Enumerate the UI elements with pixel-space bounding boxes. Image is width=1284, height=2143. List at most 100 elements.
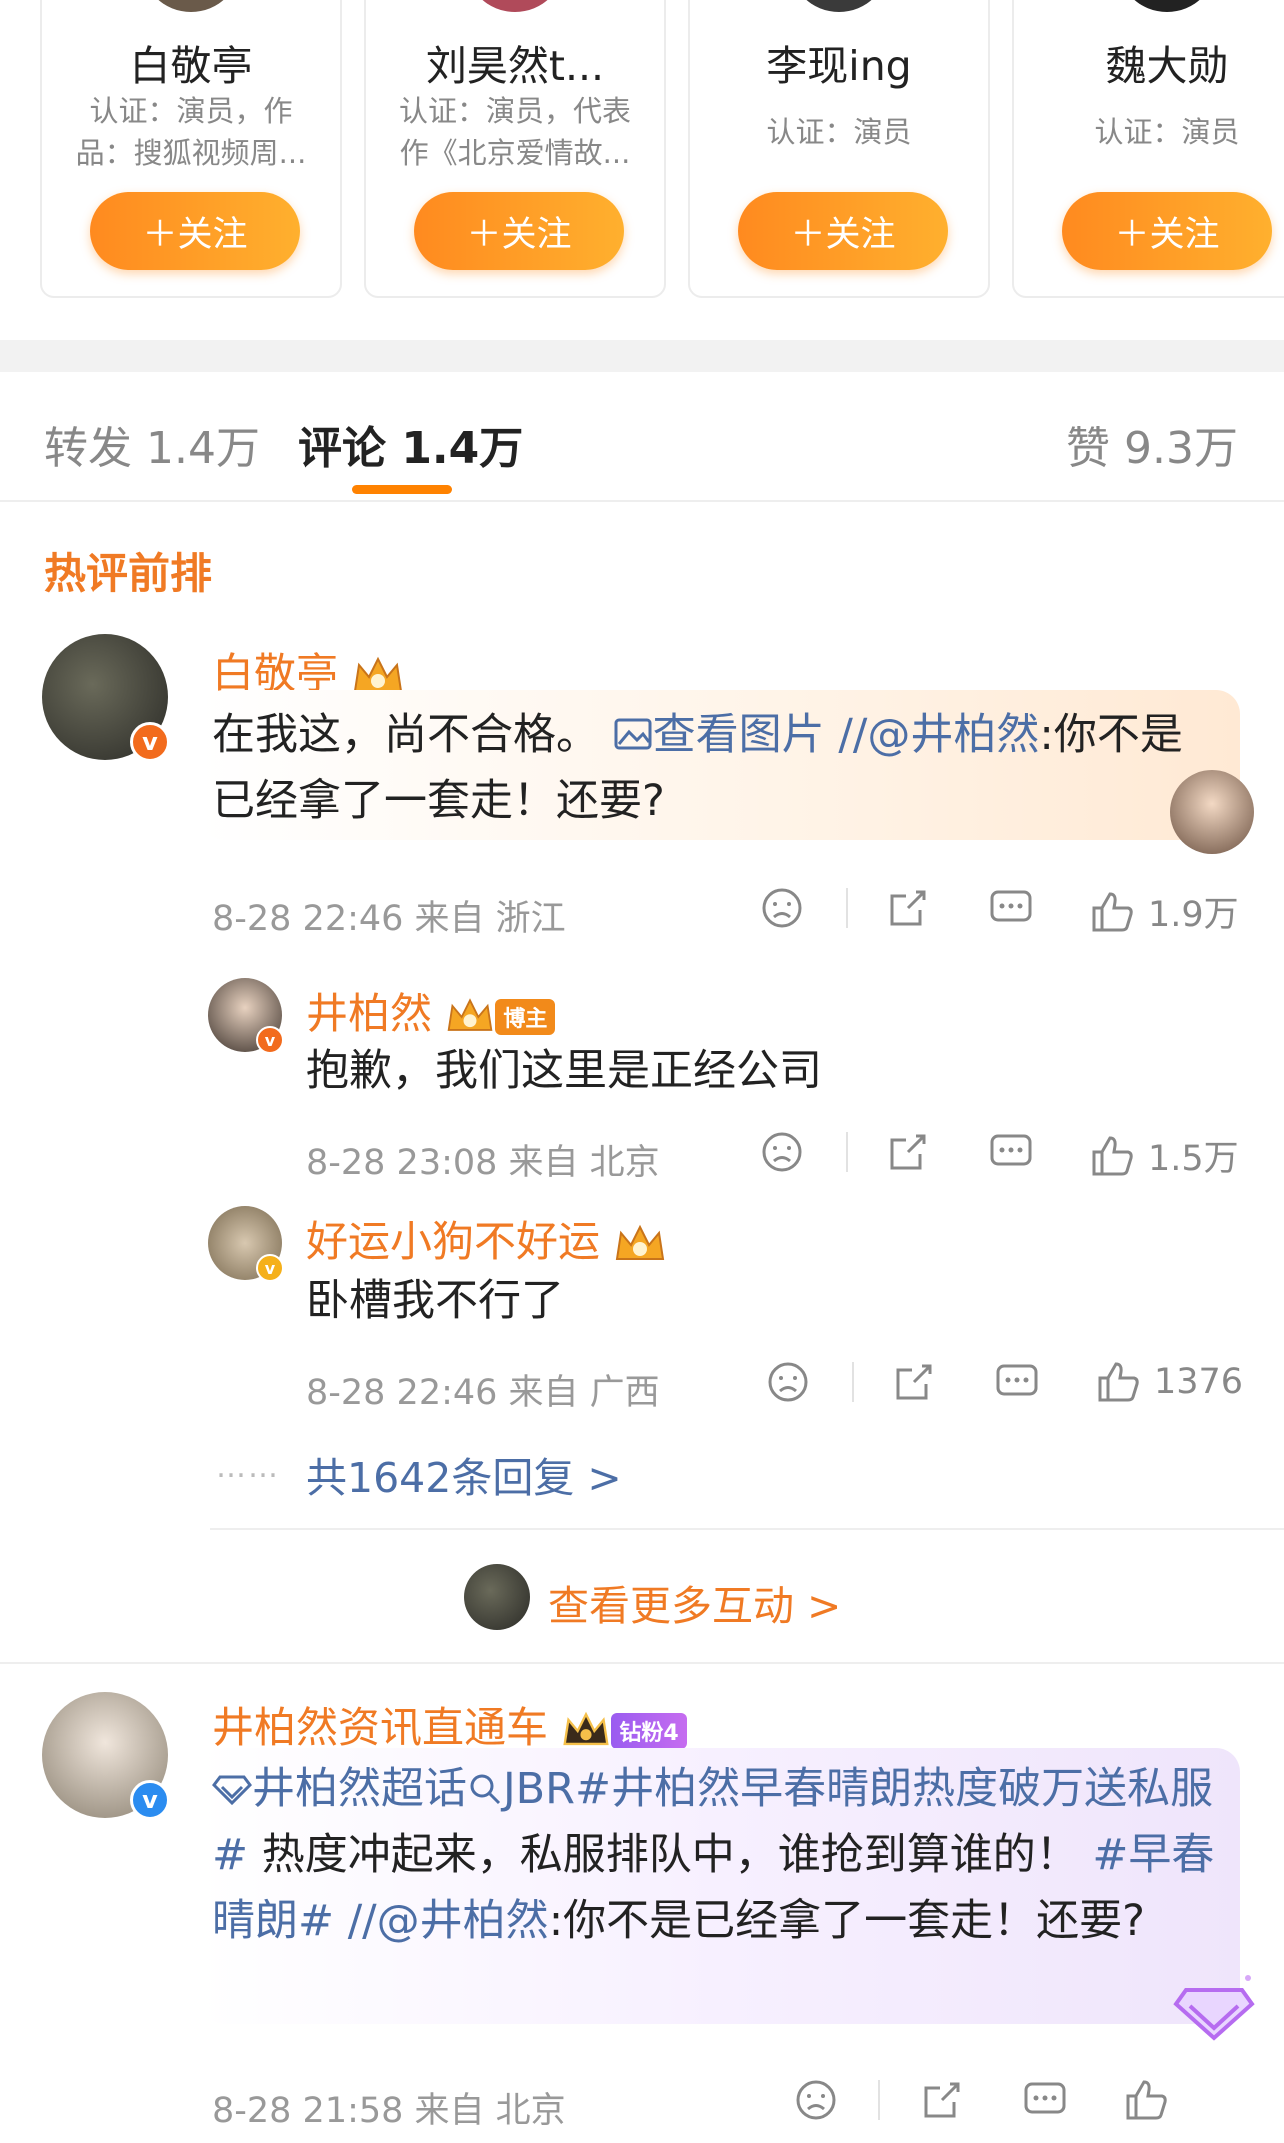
avatar (789, 0, 889, 12)
avatar (1117, 0, 1217, 12)
search-icon (470, 1774, 501, 1805)
username-text: 井柏然 (306, 989, 433, 1038)
author-badge: 博主 (495, 998, 556, 1035)
recommend-card[interactable]: 白敬亭 认证：演员，作品：搜狐视频周... ＋关注 (40, 0, 342, 298)
like-icon (1092, 1135, 1133, 1175)
tab-comment[interactable]: 评论 1.4万 (298, 412, 523, 476)
more-interactions-link[interactable]: 查看更多互动 > (548, 1572, 841, 1632)
reply-meta: 8-28 23:08 来自 北京 (306, 1143, 660, 1183)
share-button[interactable] (920, 2078, 964, 2122)
share-icon (924, 2082, 960, 2118)
like-count: 1.9万 (1148, 895, 1239, 935)
like-button[interactable]: 1376 (1096, 1360, 1243, 1404)
recommend-card[interactable]: 刘昊然t... 认证：演员，代表作《北京爱情故... ＋关注 (364, 0, 666, 298)
mention-link[interactable]: //@井柏然 (334, 1896, 549, 1946)
tab-like[interactable]: 赞 9.3万 (1066, 412, 1238, 476)
crown-icon (447, 997, 493, 1031)
decoration-avatar (1170, 770, 1254, 854)
recommend-name: 刘昊然t... (425, 42, 605, 90)
view-image-text: 查看图片 (652, 710, 825, 760)
recommend-desc: 认证：演员 (1094, 115, 1240, 149)
like-icon (1092, 891, 1133, 931)
reply-username[interactable]: 井柏然 博主 (306, 980, 556, 1041)
comment-username[interactable]: 井柏然资讯直通车 钻粉4 (212, 1694, 687, 1755)
fan-badge: 钻粉4 (611, 1712, 687, 1749)
dislike-button[interactable] (760, 1130, 804, 1174)
view-image-link[interactable]: 查看图片 (613, 710, 825, 760)
comment-meta: 8-28 22:46 来自 浙江 (212, 899, 566, 939)
dislike-button[interactable] (760, 886, 804, 930)
comment-text: 井柏然超话 JBR#井柏然早春晴朗热度破万送私服# 热度冲起来，私服排队中，谁抢到… (212, 1756, 1222, 1954)
like-button[interactable] (1124, 2078, 1170, 2122)
recommend-name: 李现ing (766, 42, 912, 90)
recommend-desc: 认证：演员，作品：搜狐视频周... (75, 94, 307, 170)
reply-button[interactable] (1022, 2078, 1068, 2122)
follow-button[interactable]: ＋关注 (738, 192, 948, 270)
separator (878, 2080, 880, 2120)
image-icon (614, 718, 652, 750)
share-button[interactable] (886, 886, 930, 930)
reply-button[interactable] (988, 1130, 1034, 1174)
like-icon (1126, 2080, 1167, 2120)
avatar (465, 0, 565, 12)
divider (0, 1662, 1284, 1664)
crown-icon (563, 1711, 610, 1745)
diamond-icon (212, 1775, 252, 1806)
more-replies-link[interactable]: 共1642条回复 > (306, 1444, 622, 1504)
tab-bar: 转发 1.4万 评论 1.4万 赞 9.3万 (0, 372, 1284, 502)
sad-face-icon (762, 1132, 802, 1172)
super-topic-link[interactable]: 井柏然超话 (212, 1764, 467, 1814)
follow-button[interactable]: ＋关注 (1062, 192, 1272, 270)
divider (210, 1528, 1284, 1530)
like-button[interactable]: 1.9万 (1090, 886, 1239, 937)
comment-icon (1024, 2082, 1066, 2114)
comment-tail: :你不是已经拿了一套走！还要? (548, 1896, 1145, 1946)
share-icon (890, 890, 926, 926)
dots-divider: …… (216, 1450, 280, 1485)
verified-badge-icon: v (130, 722, 170, 762)
recommend-card[interactable]: 魏大勋 认证：演员 ＋关注 (1012, 0, 1284, 298)
comment-text: 在我这，尚不合格。 查看图片 //@井柏然:你不是已经拿了一套走！还要? (212, 702, 1212, 834)
like-count: 1.5万 (1148, 1139, 1239, 1179)
dislike-button[interactable] (794, 2078, 838, 2122)
verified-badge-icon: v (130, 1780, 170, 1820)
section-divider (0, 340, 1284, 372)
sad-face-icon (762, 888, 802, 928)
reply-username[interactable]: 好运小狗不好运 (306, 1208, 667, 1269)
avatar (464, 1564, 530, 1630)
tab-indicator (352, 485, 452, 494)
mention-link[interactable]: //@井柏然 (838, 710, 1039, 760)
share-icon (896, 1364, 932, 1400)
reply-button[interactable] (994, 1360, 1040, 1404)
comment-icon (996, 1364, 1038, 1396)
tab-repost[interactable]: 转发 1.4万 (44, 412, 260, 476)
separator (846, 1132, 848, 1172)
recommend-name: 魏大勋 (1105, 42, 1229, 90)
separator (846, 888, 848, 928)
reply-button[interactable] (988, 886, 1034, 930)
like-icon (1098, 1362, 1139, 1402)
comment-body: 热度冲起来，私服排队中，谁抢到算谁的！ (248, 1830, 1079, 1880)
share-button[interactable] (886, 1130, 930, 1174)
comment-icon (990, 890, 1032, 922)
recommend-desc: 认证：演员，代表作《北京爱情故... (398, 94, 631, 170)
reply-text: 卧槽我不行了 (306, 1276, 564, 1326)
verified-badge-icon: v (256, 1254, 284, 1282)
recommend-cards: 白敬亭 认证：演员，作品：搜狐视频周... ＋关注 刘昊然t... 认证：演员，… (0, 0, 1284, 300)
super-topic-text: 井柏然超话 (252, 1764, 467, 1814)
reply-meta: 8-28 22:46 来自 广西 (306, 1373, 660, 1413)
hot-comments-title: 热评前排 (44, 549, 213, 598)
comment-icon (990, 1134, 1032, 1166)
recommend-card[interactable]: 李现ing 认证：演员 ＋关注 (688, 0, 990, 298)
comment-meta: 8-28 21:58 来自 北京 (212, 2091, 566, 2131)
like-button[interactable]: 1.5万 (1090, 1130, 1239, 1181)
recommend-name: 白敬亭 (129, 42, 253, 90)
share-icon (890, 1134, 926, 1170)
follow-button[interactable]: ＋关注 (414, 192, 624, 270)
username-text: 好运小狗不好运 (306, 1217, 601, 1266)
recommend-desc: 认证：演员 (766, 115, 912, 149)
share-button[interactable] (892, 1360, 936, 1404)
follow-button[interactable]: ＋关注 (90, 192, 300, 270)
dislike-button[interactable] (766, 1360, 810, 1404)
crown-icon (616, 1224, 665, 1260)
